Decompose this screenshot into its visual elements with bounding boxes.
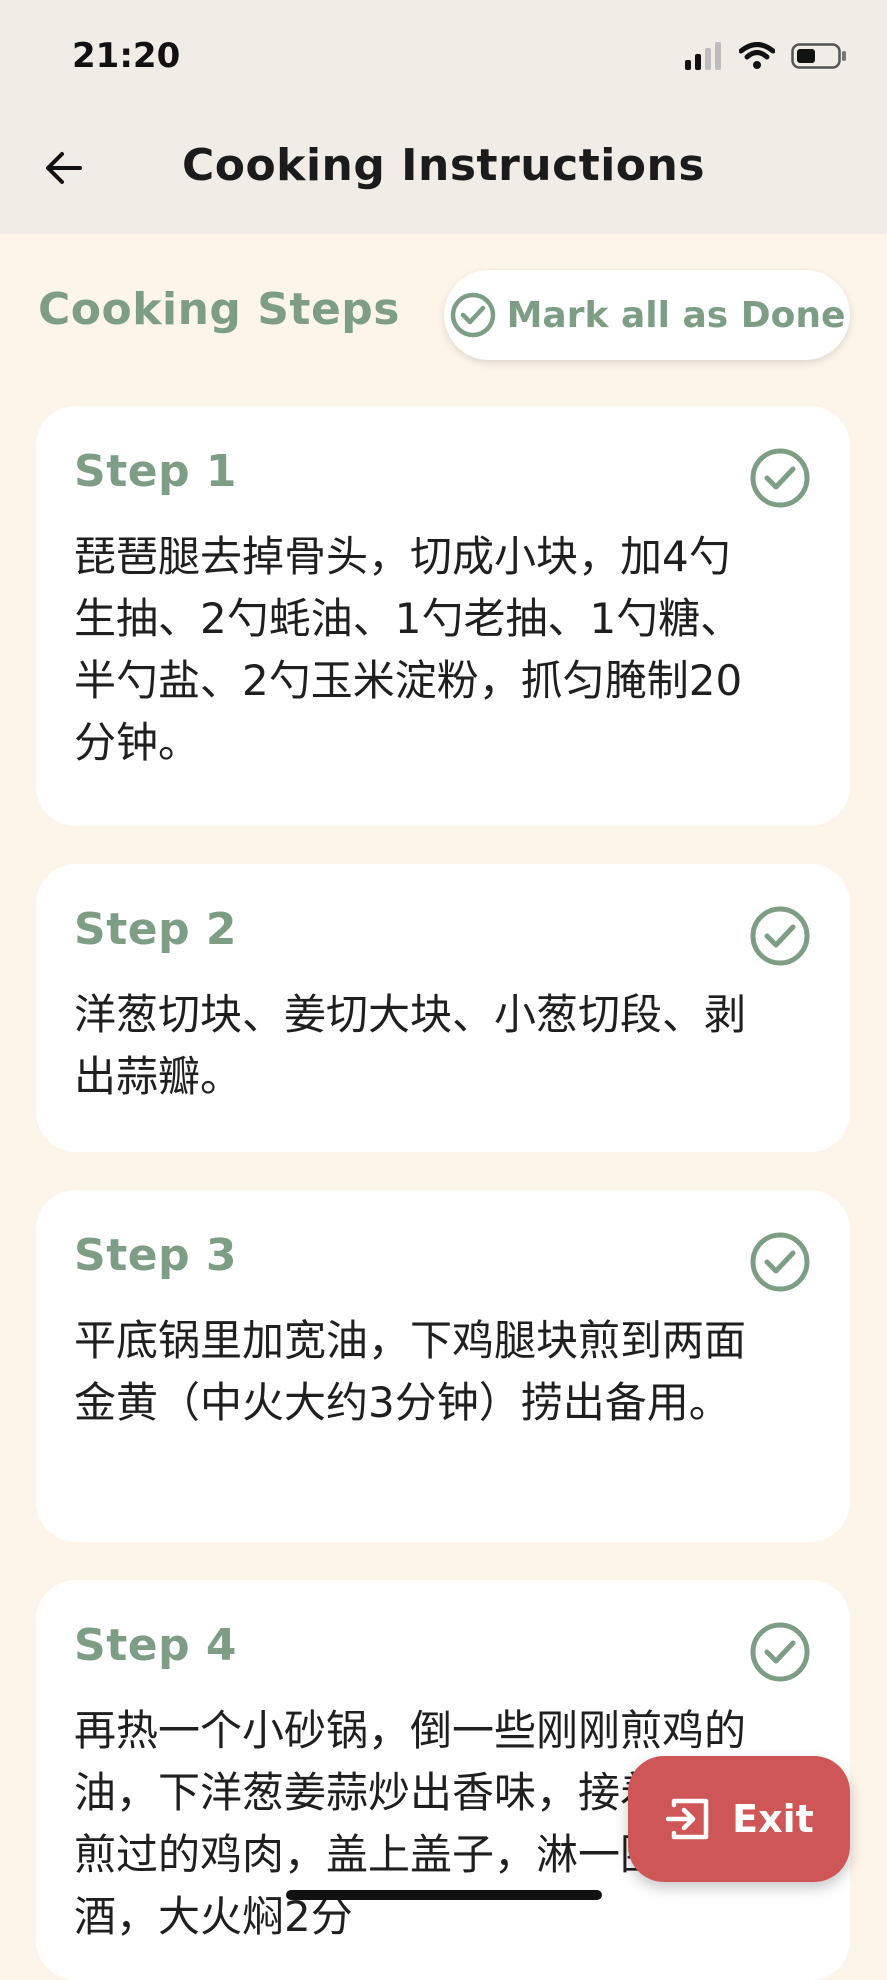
battery-icon [791,43,846,69]
step-done-toggle[interactable] [748,904,812,968]
check-circle-icon [750,906,810,966]
exit-icon [665,1798,709,1840]
step-title: Step 1 [74,446,237,497]
check-circle-icon [450,292,495,338]
step-title: Step 2 [74,904,237,955]
step-done-toggle[interactable] [748,1620,812,1684]
step-done-toggle[interactable] [748,446,812,510]
step-title: Step 3 [74,1230,237,1281]
step-done-toggle[interactable] [748,1230,812,1294]
step-text: 洋葱切块、姜切大块、小葱切段、剥出蒜瓣。 [74,990,747,1101]
step-text: 平底锅里加宽油，下鸡腿块煎到两面金黄（中火大约3分钟）捞出备用。 [74,1316,747,1427]
step-card: Step 3 平底锅里加宽油，下鸡腿块煎到两面金黄（中火大约3分钟）捞出备用。 [36,1190,850,1542]
check-circle-icon [750,1622,810,1682]
signal-icon [685,42,721,70]
section-title: Cooking Steps [38,284,400,335]
app-header: 21:20 Cooking Instructions [0,0,887,234]
page-title: Cooking Instructions [181,140,706,191]
step-text: 琵琶腿去掉骨头，切成小块，加4勺生抽、2勺蚝油、1勺老抽、1勺糖、半勺盐、2勺玉… [74,532,743,767]
status-icons [685,36,847,76]
status-time: 21:20 [72,36,181,76]
mark-all-done-label: Mark all as Done [506,294,846,336]
wifi-icon [739,42,775,69]
step-card: Step 2 洋葱切块、姜切大块、小葱切段、剥出蒜瓣。 [36,864,850,1152]
step-title: Step 4 [74,1620,237,1671]
check-circle-icon [750,448,810,508]
exit-button[interactable]: Exit [628,1756,850,1882]
step-card: Step 1 琵琶腿去掉骨头，切成小块，加4勺生抽、2勺蚝油、1勺老抽、1勺糖、… [36,406,850,826]
exit-label: Exit [732,1797,814,1841]
home-indicator[interactable] [286,1890,602,1900]
check-circle-icon [750,1232,810,1292]
mark-all-done-button[interactable]: Mark all as Done [444,270,850,360]
